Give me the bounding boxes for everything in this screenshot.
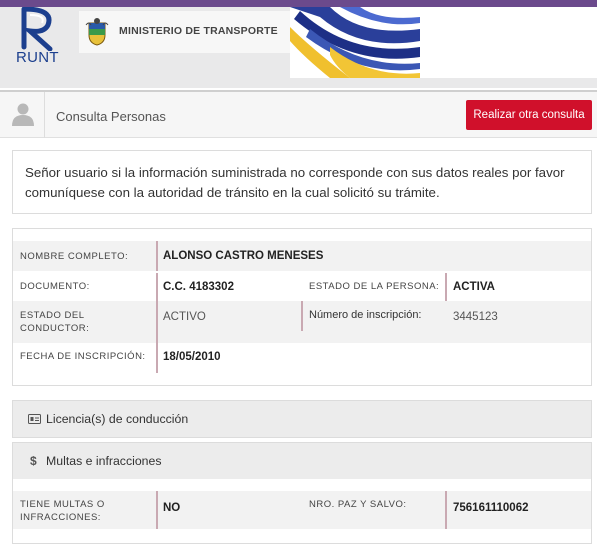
licencias-title: Licencia(s) de conducción <box>46 412 189 426</box>
field-divider <box>156 273 158 301</box>
documento-value: C.C. 4183302 <box>163 281 234 293</box>
dollar-icon: $ <box>30 454 37 468</box>
estado-conductor-label: ESTADO DEL CONDUCTOR: <box>20 310 90 334</box>
user-box <box>0 92 45 138</box>
estado-conductor-value: ACTIVO <box>163 311 206 323</box>
multas-panel: TIENE MULTAS O INFRACCIONES: NO NRO. PAZ… <box>12 479 592 544</box>
persona-info-panel: NOMBRE COMPLETO: ALONSO CASTRO MENESES D… <box>12 228 592 386</box>
ministerio-label: MINISTERIO DE TRANSPORTE <box>119 25 278 37</box>
field-divider <box>445 491 447 529</box>
user-icon <box>12 103 34 126</box>
nombre-label: NOMBRE COMPLETO: <box>20 251 129 262</box>
field-divider <box>156 301 158 343</box>
ministerio-logo[interactable]: MINISTERIO DE TRANSPORTE <box>79 11 290 53</box>
estado-persona-value: ACTIVA <box>453 281 495 293</box>
runt-label: RUNT <box>16 49 59 66</box>
header-blank-area <box>420 7 597 78</box>
row-fecha: FECHA DE INSCRIPCIÓN: 18/05/2010 <box>13 343 591 373</box>
paz-salvo-label: NRO. PAZ Y SALVO: <box>309 499 407 510</box>
realizar-otra-consulta-button[interactable]: Realizar otra consulta <box>466 100 592 130</box>
multas-title: Multas e infracciones <box>46 454 162 468</box>
runt-r-icon <box>21 7 53 51</box>
runt-logo[interactable]: RUNT <box>14 7 66 69</box>
row-nombre: NOMBRE COMPLETO: ALONSO CASTRO MENESES <box>13 241 591 271</box>
nombre-value: ALONSO CASTRO MENESES <box>163 250 324 262</box>
multas-section-header[interactable]: $ Multas e infracciones <box>12 442 592 480</box>
notice-text: Señor usuario si la información suminist… <box>25 165 565 200</box>
page-title: Consulta Personas <box>56 109 166 124</box>
inscripcion-num-value: 3445123 <box>453 311 498 323</box>
row-documento: DOCUMENTO: C.C. 4183302 ESTADO DE LA PER… <box>13 271 591 301</box>
decorative-wave-graphic <box>290 7 420 78</box>
licencias-section-header[interactable]: Licencia(s) de conducción <box>12 400 592 438</box>
license-card-icon <box>28 414 41 424</box>
field-divider <box>445 273 447 301</box>
notice-box: Señor usuario si la información suminist… <box>12 150 592 214</box>
inscripcion-num-label: Número de inscripción: <box>309 309 422 321</box>
header-divider <box>0 78 597 88</box>
row-multas: TIENE MULTAS O INFRACCIONES: NO NRO. PAZ… <box>13 491 591 529</box>
top-accent-bar <box>0 0 597 7</box>
documento-label: DOCUMENTO: <box>20 281 90 292</box>
field-divider <box>301 301 303 331</box>
consulta-toolbar: Consulta Personas Realizar otra consulta <box>0 90 597 138</box>
field-divider <box>156 241 158 271</box>
coat-of-arms-icon <box>85 18 109 46</box>
row-estado-conductor: ESTADO DEL CONDUCTOR: ACTIVO Número de i… <box>13 301 591 343</box>
fecha-label: FECHA DE INSCRIPCIÓN: <box>20 351 146 362</box>
paz-salvo-value: 756161110062 <box>453 502 529 514</box>
site-header: RUNT MINISTERIO DE TRANSPORTE <box>0 7 420 78</box>
field-divider <box>156 491 158 529</box>
estado-persona-label: ESTADO DE LA PERSONA: <box>309 281 440 292</box>
fecha-value: 18/05/2010 <box>163 351 221 363</box>
field-divider <box>156 343 158 373</box>
tiene-multas-value: NO <box>163 502 181 514</box>
tiene-multas-label: TIENE MULTAS O INFRACCIONES: <box>20 499 105 523</box>
